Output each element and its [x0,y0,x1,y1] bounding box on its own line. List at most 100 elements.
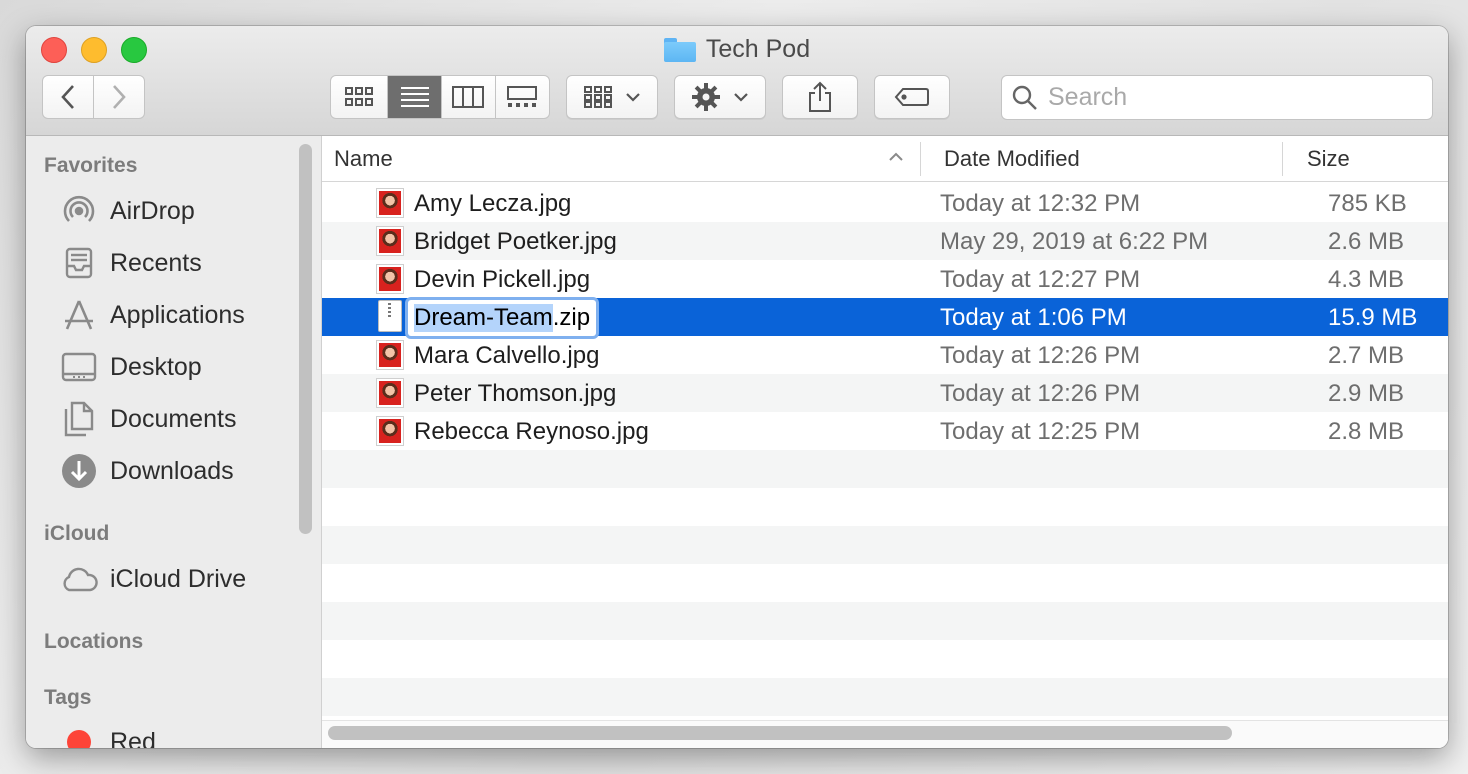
file-row[interactable]: Mara Calvello.jpg Today at 12:26 PM 2.7 … [322,336,1448,374]
sidebar-item-recents[interactable]: Recents [60,243,202,283]
chevron-down-icon [626,93,640,102]
file-date: Today at 12:32 PM [940,190,1141,217]
sidebar-header-locations[interactable]: Locations [44,630,143,654]
documents-icon [60,400,98,438]
back-button[interactable] [43,76,94,118]
sidebar-item-airdrop[interactable]: AirDrop [60,191,195,231]
rename-field[interactable]: Dream-Team .zip [408,300,597,336]
sidebar: Favorites AirDrop Recents Applications D… [26,136,322,748]
list-view-icon [400,87,429,107]
cloud-icon [60,560,98,598]
search-field[interactable] [1001,75,1433,120]
sidebar-item-icloud-drive[interactable]: iCloud Drive [60,559,246,599]
gear-icon [692,83,720,111]
file-size: 785 KB [1328,190,1407,217]
file-row[interactable]: Amy Lecza.jpg Today at 12:32 PM 785 KB [322,184,1448,222]
gallery-view-icon [507,86,538,107]
icon-view-button[interactable] [331,76,389,118]
file-date: Today at 12:25 PM [940,418,1141,445]
sidebar-item-label: Documents [110,404,237,433]
tag-icon [894,88,929,106]
image-thumbnail-icon [376,378,404,408]
group-icon [584,86,612,108]
recents-icon [60,244,98,282]
empty-row [322,526,1448,564]
search-icon [1012,85,1037,110]
file-name: Bridget Poetker.jpg [414,228,617,255]
folder-icon [663,37,696,62]
share-button[interactable] [782,75,858,119]
sidebar-item-tag-red[interactable]: Red [60,722,156,748]
sidebar-item-label: Applications [110,300,245,329]
file-date: Today at 12:27 PM [940,266,1141,293]
file-size: 2.7 MB [1328,342,1405,369]
red-tag-dot-icon [60,723,98,748]
sort-ascending-icon [889,152,903,161]
sidebar-header-icloud: iCloud [44,522,110,545]
column-header: Name Date Modified Size [322,136,1448,182]
empty-row [322,678,1448,716]
chevron-left-icon [60,85,74,109]
airdrop-icon [60,192,98,230]
zip-file-icon [378,300,402,332]
downloads-icon [60,452,98,490]
sidebar-scrollbar[interactable] [299,144,312,534]
column-date-header[interactable]: Date Modified [944,146,1080,172]
sidebar-item-applications[interactable]: Applications [60,295,245,335]
chevron-down-icon [734,93,748,102]
empty-row [322,450,1448,488]
horizontal-scrollbar[interactable] [328,726,1232,740]
column-divider[interactable] [920,142,921,176]
file-size: 2.9 MB [1328,380,1405,407]
image-thumbnail-icon [376,188,404,218]
sidebar-item-downloads[interactable]: Downloads [60,451,234,491]
sidebar-item-desktop[interactable]: Desktop [60,347,202,387]
share-icon [809,81,831,112]
action-button[interactable] [674,75,766,119]
finder-window: Tech Pod Search Favorites AirDrop Recent… [26,26,1448,748]
empty-row [322,640,1448,678]
tags-button[interactable] [874,75,950,119]
file-list: Name Date Modified Size Amy Lecza.jpg To… [322,136,1448,748]
file-row[interactable]: Bridget Poetker.jpg May 29, 2019 at 6:22… [322,222,1448,260]
file-size: 15.9 MB [1328,304,1418,331]
image-thumbnail-icon [376,340,404,370]
file-size: 2.6 MB [1328,228,1405,255]
window-title-area: Tech Pod [26,35,1448,67]
nav-buttons [42,75,145,119]
file-row[interactable]: Peter Thomson.jpg Today at 12:26 PM 2.9 … [322,374,1448,412]
column-size-header[interactable]: Size [1307,146,1350,172]
window-title: Tech Pod [705,35,811,63]
chevron-right-icon [112,85,126,109]
sidebar-item-label: Red [110,727,156,749]
rename-extension-text: .zip [552,304,591,331]
file-name: Devin Pickell.jpg [414,266,591,293]
sidebar-item-label: AirDrop [110,196,195,225]
column-name-header[interactable]: Name [334,146,393,172]
file-row-selected[interactable]: Dream-Team .zip Today at 1:06 PM 15.9 MB [322,298,1448,336]
sidebar-item-documents[interactable]: Documents [60,399,236,439]
file-row[interactable]: Rebecca Reynoso.jpg Today at 12:25 PM 2.… [322,412,1448,450]
image-thumbnail-icon [376,416,404,446]
file-rows: Amy Lecza.jpg Today at 12:32 PM 785 KB B… [322,184,1448,716]
sidebar-item-label: iCloud Drive [110,564,247,593]
search-input[interactable] [1048,83,1428,112]
empty-row [322,564,1448,602]
forward-button[interactable] [94,76,145,118]
list-view-button[interactable] [388,76,442,118]
group-by-button[interactable] [566,75,658,119]
image-thumbnail-icon [376,264,404,294]
file-name: Amy Lecza.jpg [414,190,572,217]
gallery-view-button[interactable] [496,76,550,118]
file-date: May 29, 2019 at 6:22 PM [940,228,1209,255]
applications-icon [60,296,98,334]
file-date: Today at 12:26 PM [940,342,1141,369]
column-divider[interactable] [1282,142,1283,176]
image-thumbnail-icon [376,226,404,256]
rename-selected-text: Dream-Team [414,304,553,332]
file-size: 4.3 MB [1328,266,1405,293]
file-size: 2.8 MB [1328,418,1405,445]
file-row[interactable]: Devin Pickell.jpg Today at 12:27 PM 4.3 … [322,260,1448,298]
sidebar-header-tags[interactable]: Tags [44,686,91,710]
column-view-button[interactable] [442,76,496,118]
